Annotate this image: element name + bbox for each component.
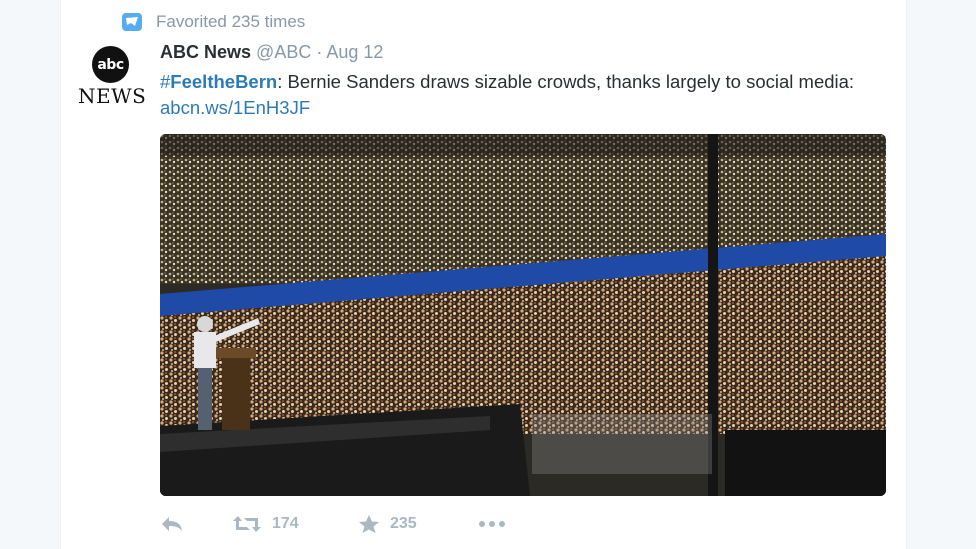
hashtag-word: FeeltheBern — [170, 71, 278, 92]
context-text: Favorited 235 times — [156, 12, 306, 31]
abc-logo-icon: abc — [92, 46, 129, 83]
favorite-badge-icon — [122, 13, 142, 31]
avatar[interactable]: abc NEWS — [78, 46, 147, 110]
reply-button[interactable] — [160, 515, 232, 533]
tweet-body: : Bernie Sanders draws sizable crowds, t… — [277, 71, 855, 92]
tweet-link[interactable]: abcn.ws/1EnH3JF — [160, 97, 310, 118]
hashtag-symbol: # — [160, 71, 171, 92]
tweet-photo[interactable] — [160, 134, 886, 496]
star-icon — [359, 515, 379, 533]
tweet-actions: 174 235 — [160, 510, 506, 538]
retweet-icon — [233, 516, 261, 532]
abc-logo-news: NEWS — [78, 84, 147, 108]
more-dots-icon — [479, 521, 505, 527]
retweet-count: 174 — [272, 515, 299, 532]
author-handle[interactable]: @ABC — [256, 42, 311, 62]
hashtag-link[interactable]: #FeeltheBern — [160, 71, 277, 92]
retweet-button[interactable]: 174 — [232, 515, 358, 533]
reply-icon — [162, 517, 182, 531]
favorite-button[interactable]: 235 — [358, 514, 478, 534]
favorite-count: 235 — [390, 515, 417, 532]
rally-crowd-image — [160, 134, 886, 496]
header-separator: · — [316, 42, 323, 62]
more-button[interactable] — [478, 520, 506, 528]
tweet-date[interactable]: Aug 12 — [326, 42, 383, 62]
tweet-header: ABC News @ABC · Aug 12 — [160, 42, 383, 63]
author-name[interactable]: ABC News — [160, 42, 251, 62]
page-background: Favorited 235 times abc NEWS ABC News @A… — [0, 0, 976, 549]
tweet-context: Favorited 235 times — [122, 10, 305, 34]
tweet-text: #FeeltheBern: Bernie Sanders draws sizab… — [160, 69, 890, 121]
abc-logo-text: abc — [97, 56, 124, 73]
